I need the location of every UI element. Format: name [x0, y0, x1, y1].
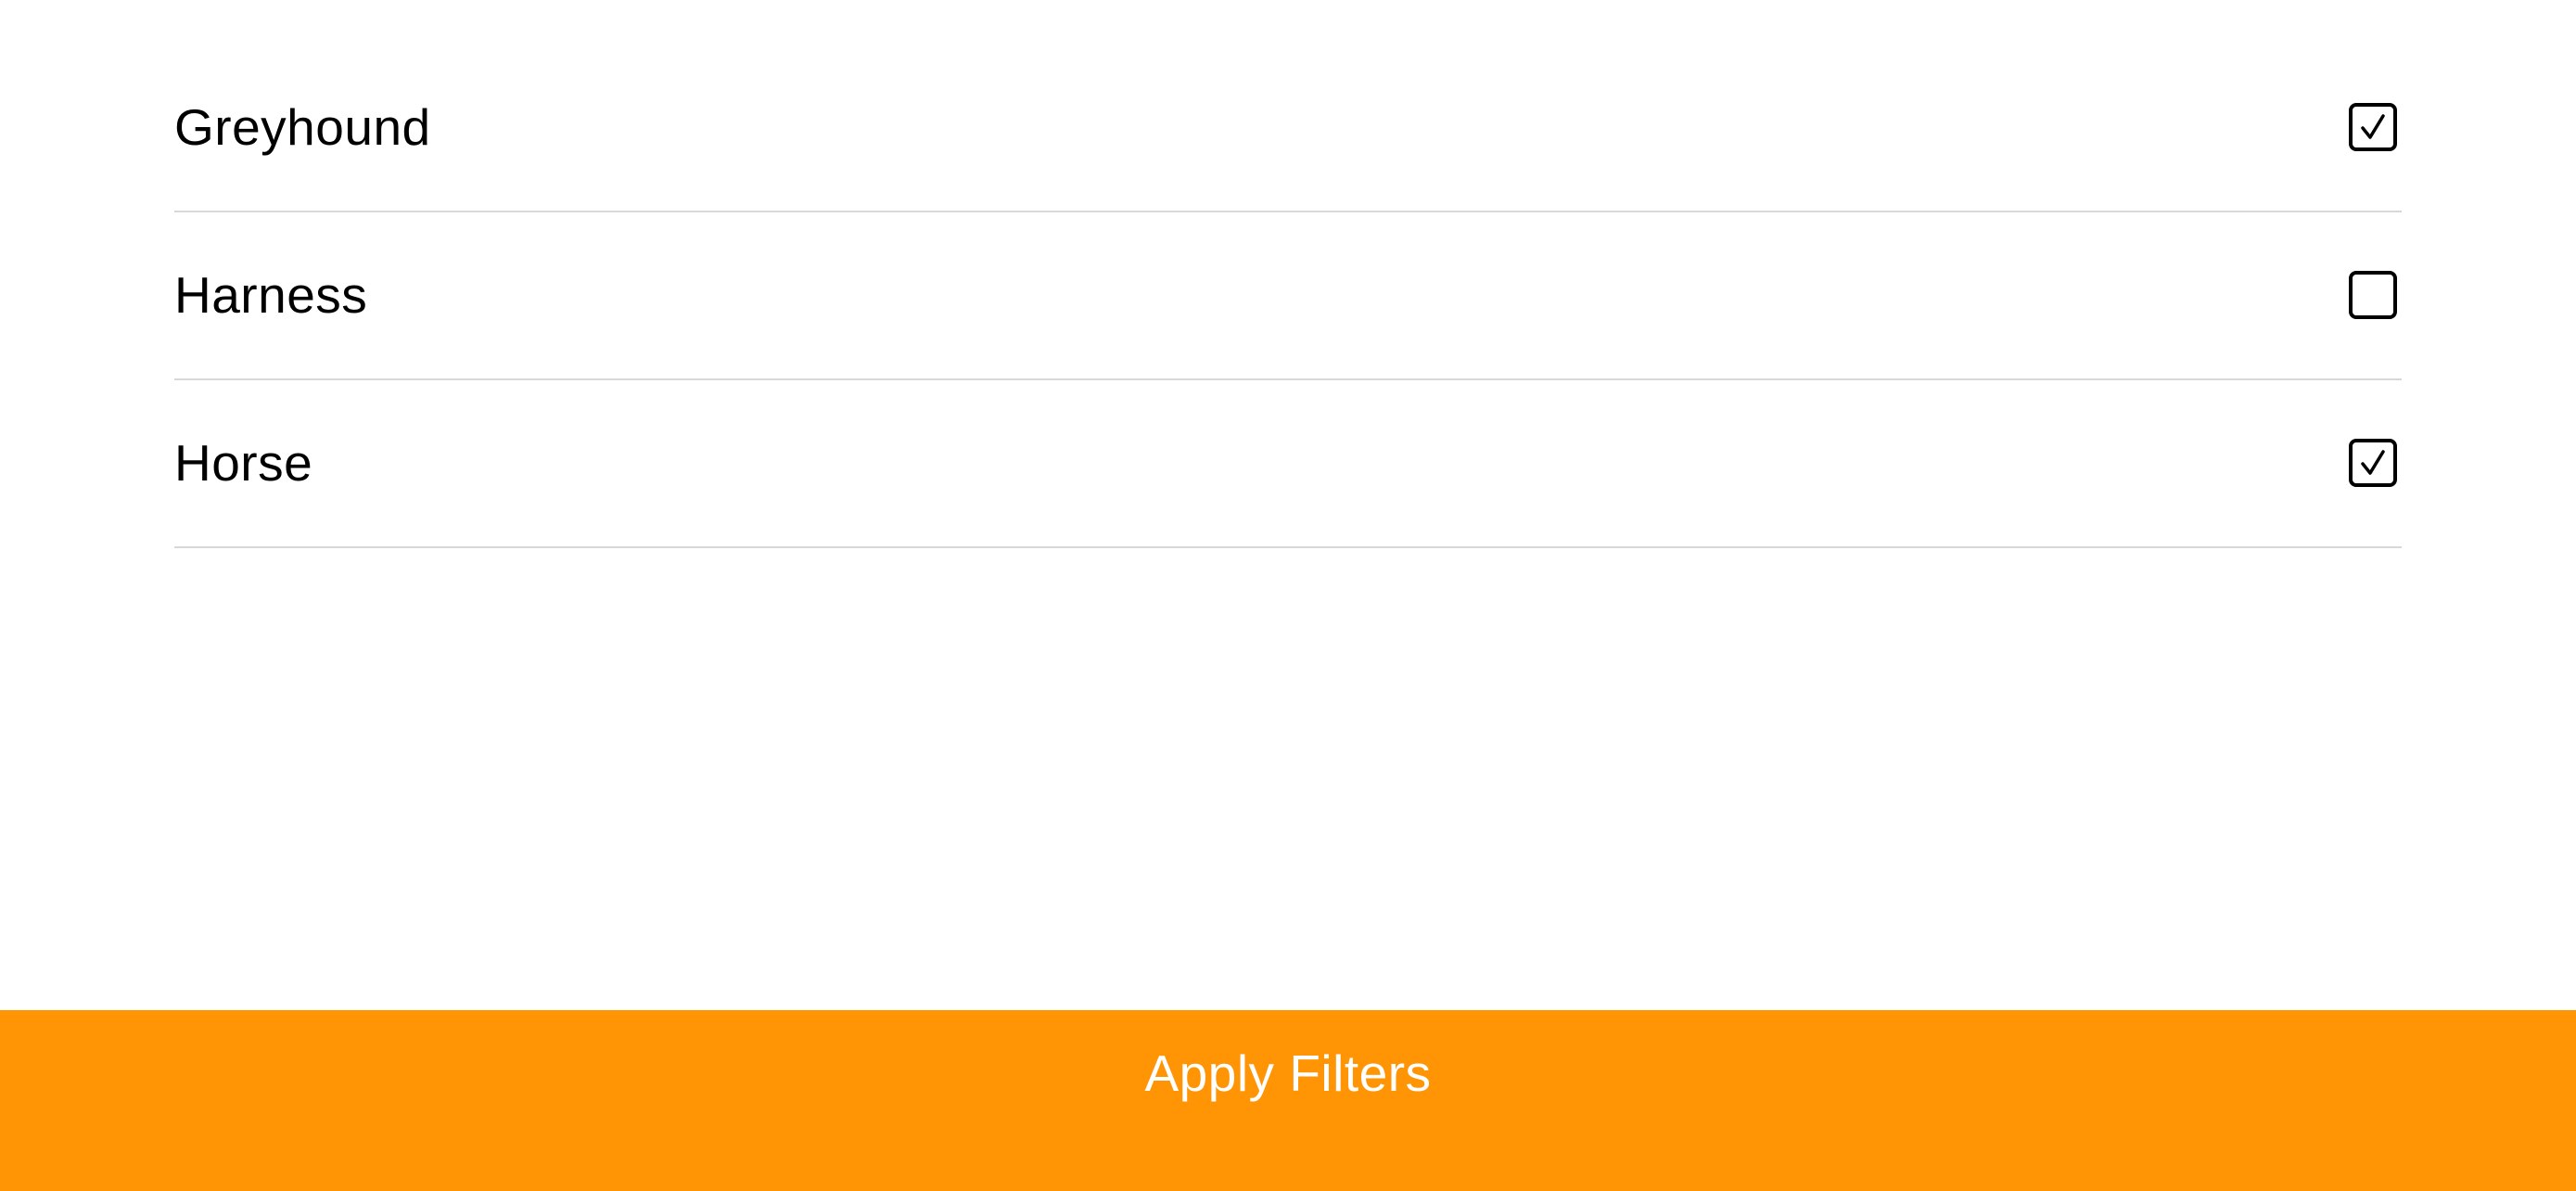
checkmark-icon	[2361, 450, 2385, 475]
apply-filters-button[interactable]: Apply Filters	[0, 1010, 2576, 1191]
filter-row-harness[interactable]: Harness	[174, 212, 2402, 380]
filter-row-horse[interactable]: Horse	[174, 380, 2402, 548]
checkbox-unchecked-icon[interactable]	[2349, 271, 2397, 319]
checkbox-checked-icon[interactable]	[2349, 103, 2397, 151]
filter-label: Horse	[174, 434, 313, 492]
filter-list: Greyhound Harness Horse	[174, 0, 2402, 548]
filter-label: Harness	[174, 266, 368, 324]
checkbox-checked-icon[interactable]	[2349, 439, 2397, 487]
filter-screen: Greyhound Harness Horse Apply Filters	[0, 0, 2576, 1191]
filter-row-greyhound[interactable]: Greyhound	[174, 0, 2402, 212]
apply-filters-label: Apply Filters	[1144, 1044, 1432, 1102]
filter-label: Greyhound	[174, 98, 431, 156]
checkmark-icon	[2361, 114, 2385, 139]
